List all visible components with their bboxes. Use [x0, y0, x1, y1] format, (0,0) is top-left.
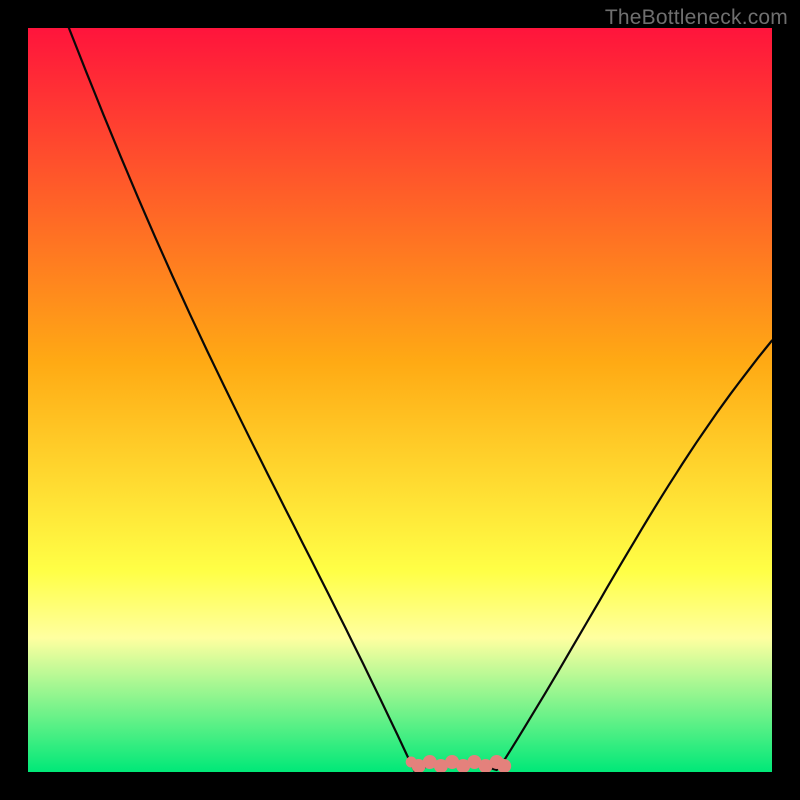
- gradient-background: [28, 28, 772, 772]
- bottleneck-chart: [28, 28, 772, 772]
- chart-frame: [28, 28, 772, 772]
- watermark-text: TheBottleneck.com: [605, 6, 788, 30]
